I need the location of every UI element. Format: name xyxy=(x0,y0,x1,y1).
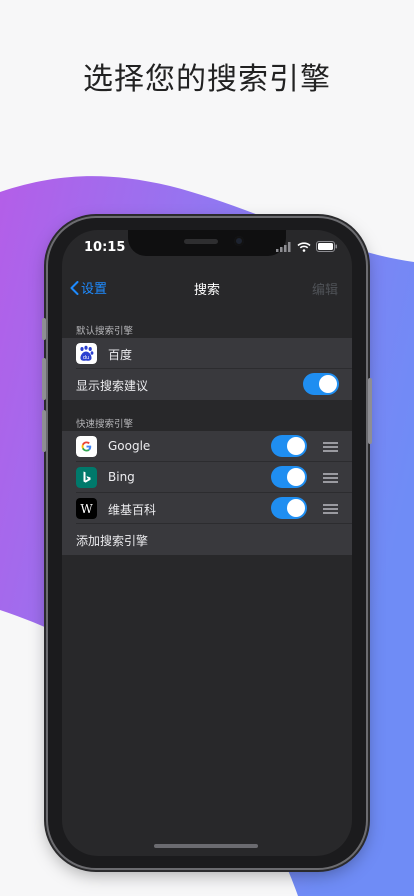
phone-mute-switch xyxy=(42,318,46,340)
phone-volume-down-button xyxy=(42,410,46,452)
svg-text:du: du xyxy=(83,355,89,361)
quick-engine-row-wikipedia[interactable]: W 维基百科 xyxy=(62,493,352,524)
add-search-engine-row[interactable]: 添加搜索引擎 xyxy=(62,524,352,555)
front-camera xyxy=(234,236,244,246)
show-suggestions-row: 显示搜索建议 xyxy=(62,369,352,400)
page-title: 搜索 xyxy=(193,283,220,298)
status-icons xyxy=(276,241,338,252)
quick-engine-name-bing: Bing xyxy=(108,470,135,484)
default-engine-row[interactable]: du 百度 xyxy=(62,338,352,369)
svg-text:W: W xyxy=(80,502,93,516)
quick-engine-name-wikipedia: 维基百科 xyxy=(108,503,157,517)
phone-volume-up-button xyxy=(42,358,46,400)
navigation-bar: 设置 搜索 编辑 xyxy=(62,270,352,306)
edit-button[interactable]: 编辑 xyxy=(312,279,338,298)
default-engine-name: 百度 xyxy=(108,348,133,362)
quick-engine-row-bing[interactable]: Bing xyxy=(62,462,352,493)
section-header-quick: 快速搜索引擎 xyxy=(76,419,134,430)
speaker-grille xyxy=(184,239,218,244)
default-engine-group: du 百度 显示搜索建议 xyxy=(62,338,352,400)
drag-handle-icon[interactable] xyxy=(323,442,338,454)
notch xyxy=(128,230,286,256)
show-suggestions-toggle[interactable] xyxy=(303,373,339,395)
wikipedia-toggle[interactable] xyxy=(271,497,307,519)
wikipedia-icon: W xyxy=(76,498,97,519)
home-indicator xyxy=(154,844,258,848)
quick-engine-row-google[interactable]: Google xyxy=(62,431,352,462)
section-header-default: 默认搜索引擎 xyxy=(76,326,134,337)
google-icon xyxy=(76,436,97,457)
bing-icon xyxy=(76,467,97,488)
cellular-signal-icon xyxy=(276,241,291,252)
drag-handle-icon[interactable] xyxy=(323,504,338,516)
quick-engine-name-google: Google xyxy=(108,439,151,453)
status-time: 10:15 xyxy=(84,240,126,255)
phone-frame: 10:15 设置 搜索 编辑 默认搜索引擎 du 百度 显示搜索建议 快速搜索引… xyxy=(42,218,372,868)
show-suggestions-label: 显示搜索建议 xyxy=(76,379,149,393)
baidu-icon: du xyxy=(76,343,97,364)
battery-icon xyxy=(316,241,337,252)
headline: 选择您的搜索引擎 xyxy=(83,62,331,97)
add-search-engine-label: 添加搜索引擎 xyxy=(76,534,149,548)
wifi-icon xyxy=(297,241,311,252)
drag-handle-icon[interactable] xyxy=(323,473,338,485)
phone-screen: 10:15 设置 搜索 编辑 默认搜索引擎 du 百度 显示搜索建议 快速搜索引… xyxy=(62,230,352,856)
google-toggle[interactable] xyxy=(271,435,307,457)
quick-engines-group: Google Bing W 维基百科 添加搜索引擎 xyxy=(62,431,352,555)
phone-side-button xyxy=(368,378,372,444)
bing-toggle[interactable] xyxy=(271,466,307,488)
